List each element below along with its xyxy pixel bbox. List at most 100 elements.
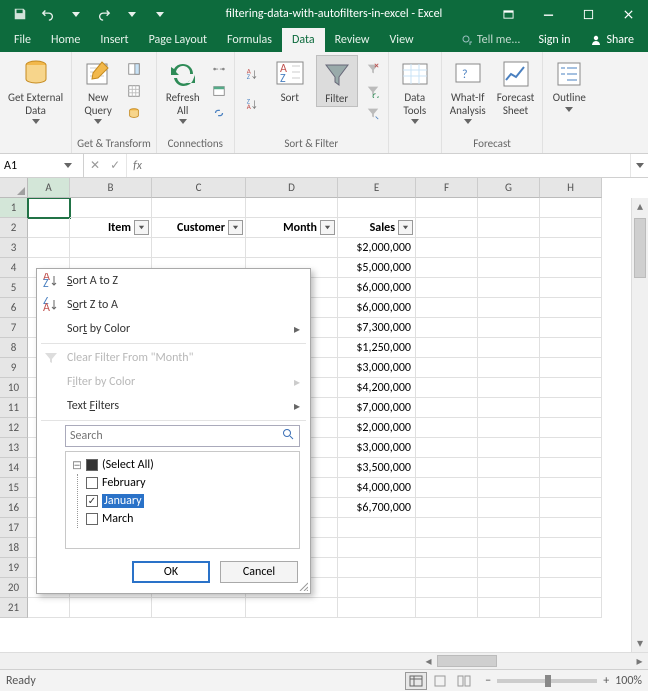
name-box-input[interactable] (4, 159, 60, 173)
cell[interactable] (416, 218, 478, 238)
cell[interactable] (28, 238, 70, 258)
connections-icon[interactable] (209, 59, 229, 79)
cell[interactable]: $5,000,000 (338, 258, 416, 278)
cell[interactable] (416, 498, 478, 518)
undo-icon[interactable] (36, 2, 60, 26)
filter-option-march[interactable]: March (86, 510, 293, 528)
cell[interactable] (416, 598, 478, 618)
what-if-analysis-button[interactable]: ? What-If Analysis (447, 55, 489, 124)
vertical-scrollbar[interactable]: ▴ ▾ (631, 198, 648, 652)
page-layout-view-icon[interactable] (429, 672, 451, 690)
cell[interactable]: Month (246, 218, 338, 238)
reapply-icon[interactable] (363, 81, 383, 101)
cell[interactable]: $3,000,000 (338, 438, 416, 458)
filter-dropdown-button[interactable] (134, 220, 149, 235)
cell[interactable] (478, 438, 540, 458)
cell[interactable] (478, 398, 540, 418)
page-break-view-icon[interactable] (453, 672, 475, 690)
cell[interactable] (416, 538, 478, 558)
cell[interactable]: Item (70, 218, 152, 238)
row-header[interactable]: 12 (0, 418, 28, 438)
cell[interactable] (416, 558, 478, 578)
cell[interactable] (478, 198, 540, 218)
cell[interactable] (152, 598, 246, 618)
filter-button[interactable]: Filter (316, 55, 358, 107)
cell[interactable] (338, 578, 416, 598)
row-header[interactable]: 2 (0, 218, 28, 238)
row-header[interactable]: 7 (0, 318, 28, 338)
advanced-filter-icon[interactable] (363, 103, 383, 123)
row-header[interactable]: 19 (0, 558, 28, 578)
filter-search-input[interactable] (70, 429, 282, 443)
cell[interactable] (416, 518, 478, 538)
row-header[interactable]: 8 (0, 338, 28, 358)
select-all-corner[interactable] (0, 178, 28, 198)
row-header[interactable]: 6 (0, 298, 28, 318)
checkbox-icon[interactable] (86, 477, 98, 489)
sort-ascending-icon[interactable]: AZ (240, 61, 264, 89)
sign-in-link[interactable]: Sign in (528, 28, 580, 52)
zoom-out-icon[interactable]: − (485, 674, 491, 688)
new-query-button[interactable]: New Query (77, 55, 119, 124)
cell[interactable]: $4,200,000 (338, 378, 416, 398)
tab-file[interactable]: File (4, 28, 41, 52)
scroll-thumb[interactable] (437, 655, 497, 667)
cell[interactable] (246, 238, 338, 258)
cell[interactable] (478, 418, 540, 438)
cell[interactable] (338, 198, 416, 218)
cell[interactable] (540, 218, 602, 238)
sort-descending-icon[interactable]: ZA (240, 91, 264, 119)
cell[interactable] (338, 538, 416, 558)
cell[interactable] (416, 578, 478, 598)
filter-values-tree[interactable]: ⊟ (Select All) February January March (65, 451, 300, 549)
resize-handle-icon[interactable] (298, 581, 308, 591)
tab-data[interactable]: Data (282, 28, 325, 52)
row-header[interactable]: 17 (0, 518, 28, 538)
cell[interactable] (152, 198, 246, 218)
ribbon-display-options-icon[interactable] (488, 0, 528, 28)
cancel-button[interactable]: Cancel (220, 561, 298, 583)
data-tools-button[interactable]: Data Tools (394, 55, 436, 124)
cell[interactable] (416, 258, 478, 278)
column-header[interactable]: H (540, 178, 602, 198)
refresh-all-button[interactable]: Refresh All (162, 55, 204, 124)
zoom-level[interactable]: 100% (615, 674, 642, 688)
filter-search-box[interactable] (65, 425, 300, 447)
show-queries-icon[interactable] (124, 59, 144, 79)
cell[interactable] (28, 198, 70, 218)
row-header[interactable]: 5 (0, 278, 28, 298)
cell[interactable] (540, 458, 602, 478)
row-header[interactable]: 13 (0, 438, 28, 458)
from-table-icon[interactable] (124, 81, 144, 101)
tab-insert[interactable]: Insert (90, 28, 138, 52)
cell[interactable] (540, 358, 602, 378)
cell[interactable] (416, 378, 478, 398)
row-header[interactable]: 14 (0, 458, 28, 478)
cell[interactable]: $1,250,000 (338, 338, 416, 358)
cell[interactable] (478, 278, 540, 298)
cell[interactable] (70, 198, 152, 218)
tab-view[interactable]: View (380, 28, 424, 52)
row-header[interactable]: 9 (0, 358, 28, 378)
recent-sources-icon[interactable] (124, 103, 144, 123)
cell[interactable] (478, 258, 540, 278)
forecast-sheet-button[interactable]: Forecast Sheet (494, 55, 538, 117)
cell[interactable] (478, 478, 540, 498)
cell[interactable] (478, 298, 540, 318)
cell[interactable] (416, 298, 478, 318)
cell[interactable] (478, 458, 540, 478)
ok-button[interactable]: OK (132, 561, 210, 583)
cell[interactable] (478, 238, 540, 258)
get-external-data-button[interactable]: Get External Data (5, 55, 66, 124)
cell[interactable] (152, 238, 246, 258)
cell[interactable] (416, 198, 478, 218)
cell[interactable] (246, 198, 338, 218)
cell[interactable] (478, 498, 540, 518)
cell[interactable] (540, 378, 602, 398)
column-header[interactable]: G (478, 178, 540, 198)
cell[interactable] (28, 598, 70, 618)
normal-view-icon[interactable] (405, 672, 427, 690)
cell[interactable] (416, 238, 478, 258)
row-header[interactable]: 10 (0, 378, 28, 398)
cell[interactable] (70, 598, 152, 618)
